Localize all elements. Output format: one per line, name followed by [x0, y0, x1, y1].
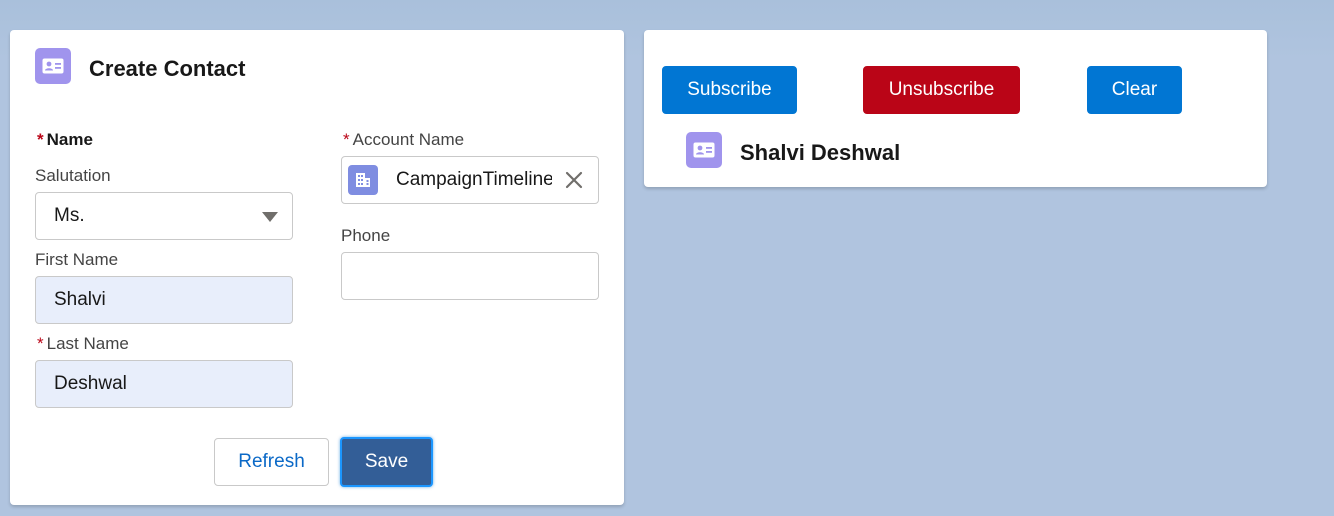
account-name-label: * Account Name [343, 130, 465, 149]
phone-label: Phone [341, 226, 391, 245]
subscribe-button[interactable]: Subscribe [662, 66, 797, 114]
salutation-select[interactable]: Ms. [35, 192, 293, 240]
contact-card-icon [35, 48, 71, 84]
last-name-label: * Last Name [37, 334, 129, 353]
account-name-lookup[interactable]: CampaignTimeline [341, 156, 599, 204]
account-name-value: CampaignTimeline [396, 169, 552, 190]
last-name-value: Deshwal [54, 373, 127, 394]
refresh-button[interactable]: Refresh [214, 438, 329, 486]
last-name-field[interactable]: Deshwal [35, 360, 293, 408]
salutation-value: Ms. [54, 205, 85, 226]
phone-field[interactable] [341, 252, 599, 300]
name-section-label: * Name [37, 130, 93, 149]
subscription-card: Subscribe Unsubscribe Clear Shalvi Deshw… [644, 30, 1267, 187]
close-icon[interactable] [562, 168, 586, 192]
clear-button[interactable]: Clear [1087, 66, 1182, 114]
unsubscribe-button[interactable]: Unsubscribe [863, 66, 1020, 114]
account-building-icon [348, 165, 378, 195]
create-contact-card: Create Contact * Name Salutation Ms. Firs… [10, 30, 624, 505]
first-name-field[interactable]: Shalvi [35, 276, 293, 324]
salutation-label: Salutation [35, 166, 111, 185]
save-button[interactable]: Save [340, 437, 433, 487]
card-title: Create Contact [89, 56, 246, 81]
first-name-label: First Name [35, 250, 119, 269]
contact-name: Shalvi Deshwal [740, 140, 901, 165]
first-name-value: Shalvi [54, 289, 106, 310]
chevron-down-icon [262, 212, 278, 222]
contact-card-icon [686, 132, 722, 168]
